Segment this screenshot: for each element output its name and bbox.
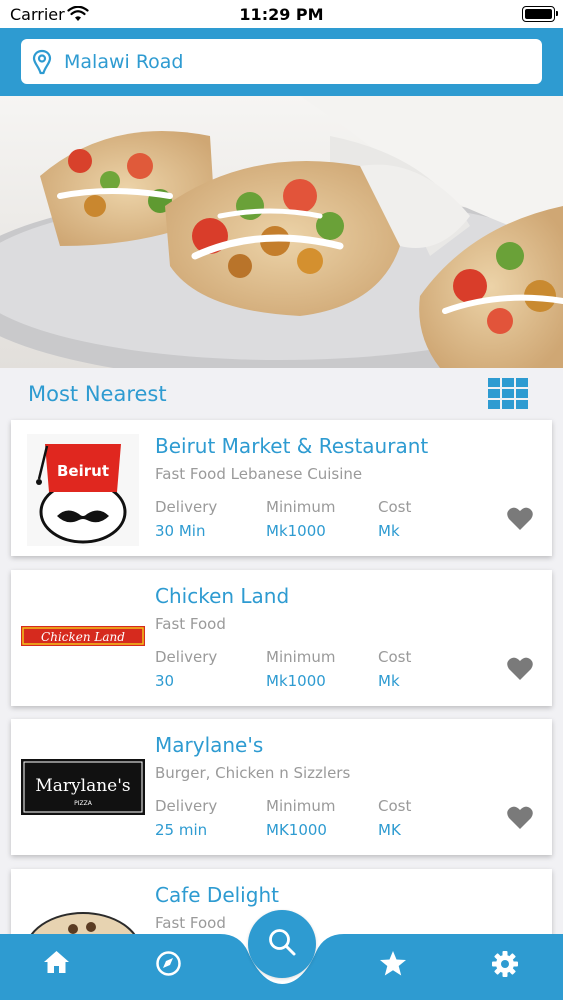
cost-value: Mk (378, 522, 400, 540)
search-button[interactable] (248, 910, 316, 978)
section-title: Most Nearest (28, 382, 167, 406)
restaurant-cuisine: Fast Food Lebanese Cuisine (155, 465, 363, 483)
cost-value: Mk (378, 672, 400, 690)
restaurant-name[interactable]: Beirut Market & Restaurant (155, 434, 428, 458)
cost-label: Cost (378, 648, 412, 666)
restaurant-logo: Beirut (27, 434, 139, 546)
location-pin-icon (31, 49, 53, 79)
minimum-value: Mk1000 (266, 672, 326, 690)
restaurant-card[interactable]: Chicken Land Chicken Land Fast Food Deli… (11, 570, 552, 706)
location-selector[interactable]: Malawi Road (21, 39, 542, 84)
cost-label: Cost (378, 797, 412, 815)
delivery-value: 25 min (155, 821, 208, 839)
restaurant-cuisine: Burger, Chicken n Sizzlers (155, 764, 351, 782)
restaurant-card[interactable]: Marylane's PIZZA Marylane's Burger, Chic… (11, 719, 552, 855)
battery-icon (522, 6, 558, 22)
cost-label: Cost (378, 498, 412, 516)
beirut-logo-text: Beirut (57, 462, 109, 480)
minimum-value: MK1000 (266, 821, 327, 839)
restaurant-name[interactable]: Marylane's (155, 733, 263, 757)
delivery-label: Delivery (155, 797, 218, 815)
minimum-value: Mk1000 (266, 522, 326, 540)
restaurant-logo: Chicken Land (21, 624, 145, 648)
grid-view-icon[interactable] (488, 378, 530, 414)
hero-banner-image (0, 96, 563, 368)
marylanes-logo-subtext: PIZZA (74, 800, 93, 807)
restaurant-cuisine: Fast Food (155, 615, 226, 633)
delivery-label: Delivery (155, 648, 218, 666)
delivery-value: 30 (155, 672, 175, 690)
delivery-value: 30 Min (155, 522, 206, 540)
delivery-label: Delivery (155, 498, 218, 516)
minimum-label: Minimum (266, 797, 336, 815)
minimum-label: Minimum (266, 648, 336, 666)
minimum-label: Minimum (266, 498, 336, 516)
marylanes-logo-text: Marylane's (35, 776, 130, 796)
chicken-land-logo-text: Chicken Land (41, 630, 125, 644)
star-icon[interactable] (379, 950, 407, 981)
compass-icon[interactable] (155, 950, 182, 981)
home-icon[interactable] (43, 950, 70, 978)
gear-icon[interactable] (491, 950, 519, 982)
clock: 11:29 PM (239, 5, 324, 24)
heart-icon[interactable] (506, 506, 534, 536)
search-icon (267, 927, 297, 961)
cost-value: MK (378, 821, 401, 839)
status-bar: Carrier 11:29 PM (0, 0, 563, 28)
header: Malawi Road (0, 28, 563, 96)
heart-icon[interactable] (506, 656, 534, 686)
heart-icon[interactable] (506, 805, 534, 835)
restaurant-name[interactable]: Chicken Land (155, 584, 289, 608)
location-name: Malawi Road (64, 51, 184, 73)
restaurant-logo: Marylane's PIZZA (21, 759, 145, 815)
restaurant-card[interactable]: Beirut Beirut Market & Restaurant Fast F… (11, 420, 552, 556)
restaurant-name[interactable]: Cafe Delight (155, 883, 279, 907)
